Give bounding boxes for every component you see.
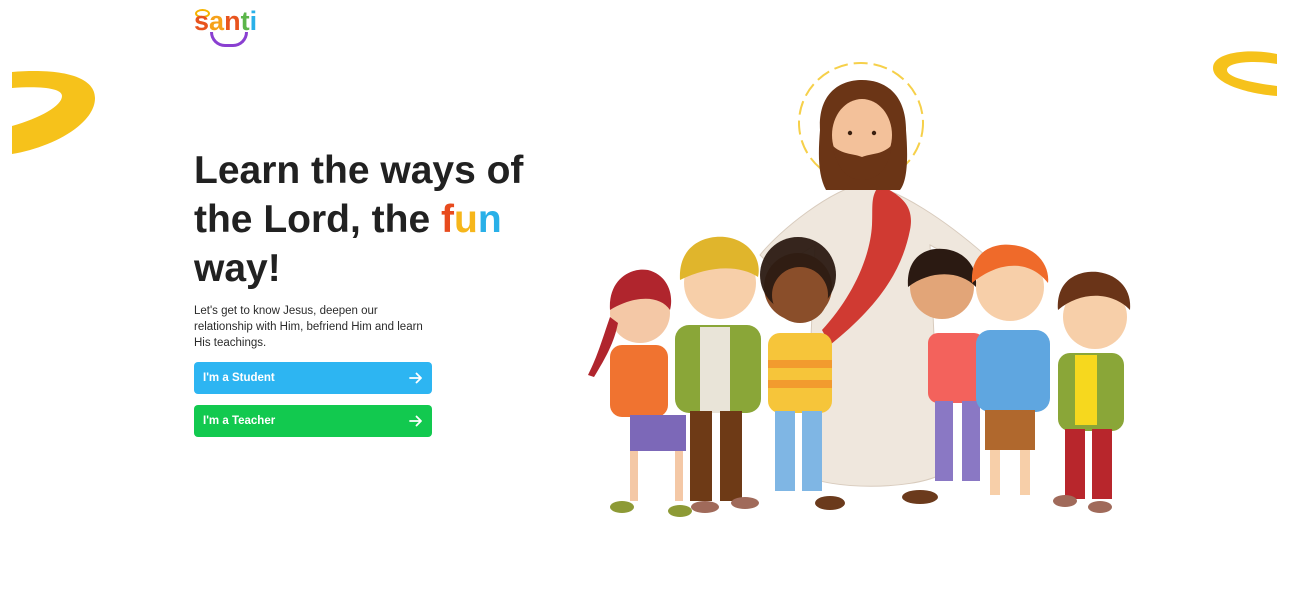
decorative-swoosh-left (12, 71, 95, 154)
student-button[interactable]: I'm a Student (194, 362, 432, 394)
student-button-label: I'm a Student (203, 372, 275, 384)
arrow-right-icon (409, 415, 422, 427)
jesus-with-children-illustration (588, 62, 1131, 517)
headline-text-part2: way! (194, 247, 281, 290)
teacher-button-label: I'm a Teacher (203, 415, 276, 427)
smile-icon (210, 32, 248, 47)
teacher-button[interactable]: I'm a Teacher (194, 405, 432, 437)
hero-headline: Learn the ways of the Lord, the fun way! (194, 146, 554, 293)
brand-logo[interactable]: santi (192, 6, 268, 47)
logo-letter-i: i (249, 6, 258, 36)
headline-fun-u: u (454, 198, 478, 241)
hero-subtitle: Let's get to know Jesus, deepen our rela… (194, 305, 423, 349)
arrow-right-icon (409, 372, 422, 384)
headline-fun-f: f (441, 198, 454, 241)
headline-fun-n: n (477, 198, 502, 241)
child-3-face (772, 267, 828, 323)
decorative-swoosh-right (1213, 51, 1277, 96)
logo-letter-s: s (194, 6, 210, 36)
